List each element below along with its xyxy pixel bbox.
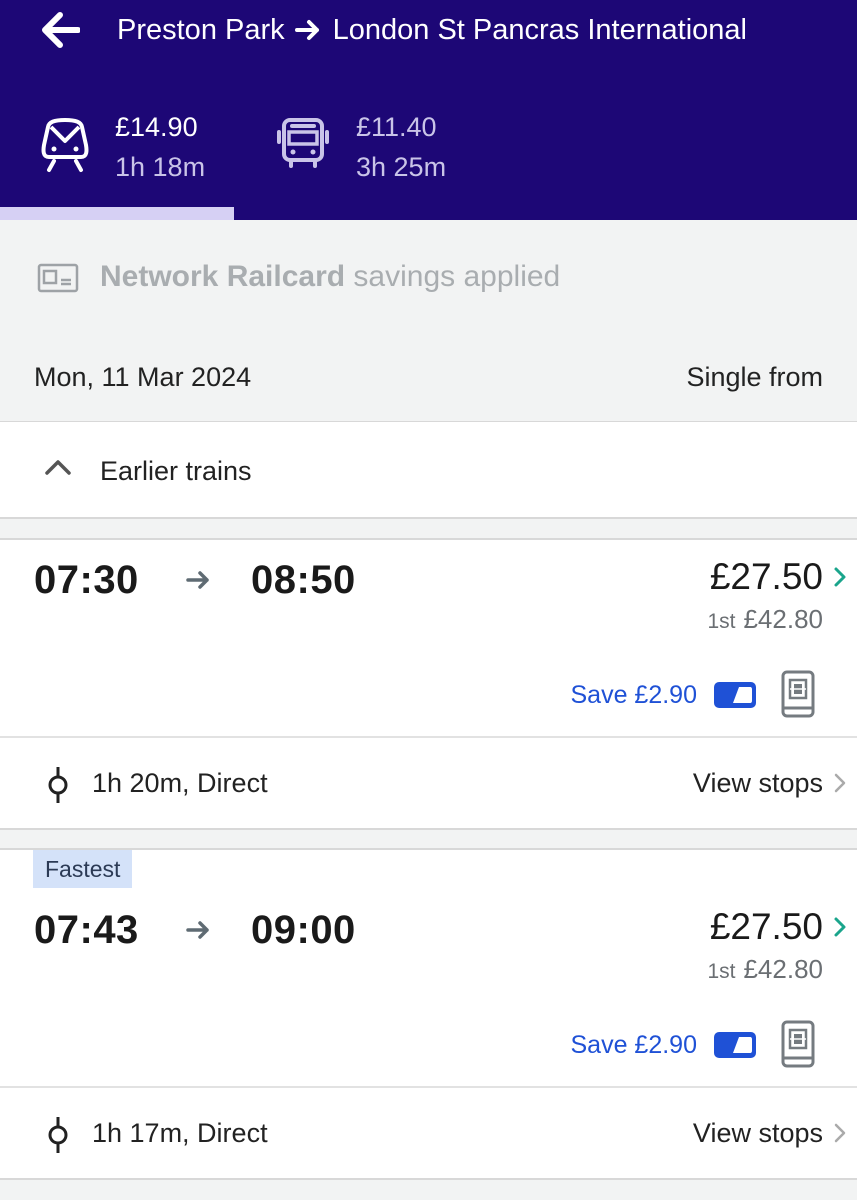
first-class-amount: £42.80 bbox=[743, 954, 823, 984]
first-class-label: 1st bbox=[707, 610, 736, 633]
header: Preston Park London St Pancras Internati… bbox=[0, 0, 857, 220]
railcard-discount-icon bbox=[713, 681, 757, 714]
bus-duration: 3h 25m bbox=[356, 152, 447, 182]
tab-bus[interactable]: £11.40 3h 25m bbox=[270, 95, 510, 220]
journey-duration: 1h 17m, Direct bbox=[92, 1118, 268, 1148]
standard-price: £27.50 bbox=[709, 906, 823, 947]
origin-station: Preston Park bbox=[117, 13, 285, 46]
arrow-right-icon bbox=[186, 920, 212, 945]
first-class-amount: £42.80 bbox=[743, 604, 823, 634]
railcard-name: Network Railcard bbox=[100, 260, 346, 293]
railcard-banner: Network Railcard savings applied bbox=[0, 220, 857, 340]
train-duration: 1h 18m bbox=[115, 152, 206, 182]
earlier-trains-label: Earlier trains bbox=[100, 456, 252, 486]
journey-details-row[interactable]: 1h 17m, Direct View stops bbox=[0, 1086, 857, 1178]
route-title: Preston Park London St Pancras Internati… bbox=[117, 10, 747, 50]
view-stops-link[interactable]: View stops bbox=[693, 768, 823, 799]
departure-time: 07:43 bbox=[34, 908, 139, 952]
mobile-ticket-icon bbox=[781, 670, 815, 723]
first-class-label: 1st bbox=[707, 960, 736, 983]
railcard-icon bbox=[37, 263, 79, 298]
arrow-left-icon bbox=[42, 12, 80, 48]
earlier-trains-button[interactable]: Earlier trains bbox=[0, 421, 857, 519]
chevron-up-icon bbox=[44, 458, 72, 481]
first-class-price: 1st £42.80 bbox=[707, 604, 823, 635]
date-row: Mon, 11 Mar 2024 Single from bbox=[0, 348, 857, 412]
railcard-message: Network Railcard savings applied bbox=[100, 260, 560, 294]
fastest-badge: Fastest bbox=[33, 850, 133, 888]
journey-summary[interactable]: Fastest 07:43 09:00 £27.50 1st £42.80 Sav… bbox=[0, 850, 857, 1086]
fare-type-label: Single from bbox=[686, 362, 823, 392]
view-stops-link[interactable]: View stops bbox=[693, 1118, 823, 1149]
selected-tab-indicator bbox=[0, 207, 234, 220]
journey-summary[interactable]: 07:30 08:50 £27.50 1st £42.80 Save £2.90 bbox=[0, 540, 857, 736]
tab-train[interactable]: £14.90 1h 18m bbox=[0, 95, 234, 220]
chevron-right-icon bbox=[833, 772, 847, 799]
railcard-saving: Save £2.90 bbox=[570, 1031, 698, 1059]
railcard-saving: Save £2.90 bbox=[570, 681, 698, 709]
railcard-suffix: savings applied bbox=[345, 260, 561, 293]
back-button[interactable] bbox=[32, 6, 88, 54]
arrival-time: 08:50 bbox=[251, 558, 356, 602]
route-stop-icon bbox=[46, 766, 70, 809]
route-arrow-icon bbox=[294, 19, 321, 41]
journey-duration: 1h 20m, Direct bbox=[92, 768, 268, 798]
chevron-right-icon bbox=[833, 916, 847, 943]
departure-time: 07:30 bbox=[34, 558, 139, 602]
mobile-ticket-icon bbox=[781, 1020, 815, 1073]
chevron-right-icon bbox=[833, 1122, 847, 1149]
arrow-right-icon bbox=[186, 570, 212, 595]
travel-date: Mon, 11 Mar 2024 bbox=[34, 362, 252, 392]
bus-icon bbox=[276, 117, 330, 174]
journey-details-row[interactable]: 1h 20m, Direct View stops bbox=[0, 736, 857, 828]
train-price: £14.90 bbox=[115, 112, 198, 142]
chevron-right-icon bbox=[833, 566, 847, 593]
first-class-price: 1st £42.80 bbox=[707, 954, 823, 985]
arrival-time: 09:00 bbox=[251, 908, 356, 952]
bus-price: £11.40 bbox=[356, 112, 437, 142]
journey-card: Fastest 07:43 09:00 £27.50 1st £42.80 Sav… bbox=[0, 848, 857, 1180]
standard-price: £27.50 bbox=[709, 556, 823, 597]
railcard-discount-icon bbox=[713, 1031, 757, 1064]
journey-card: 07:30 08:50 £27.50 1st £42.80 Save £2.90 bbox=[0, 538, 857, 830]
train-icon bbox=[40, 117, 90, 178]
route-stop-icon bbox=[46, 1116, 70, 1159]
destination-station: London St Pancras International bbox=[332, 13, 747, 46]
